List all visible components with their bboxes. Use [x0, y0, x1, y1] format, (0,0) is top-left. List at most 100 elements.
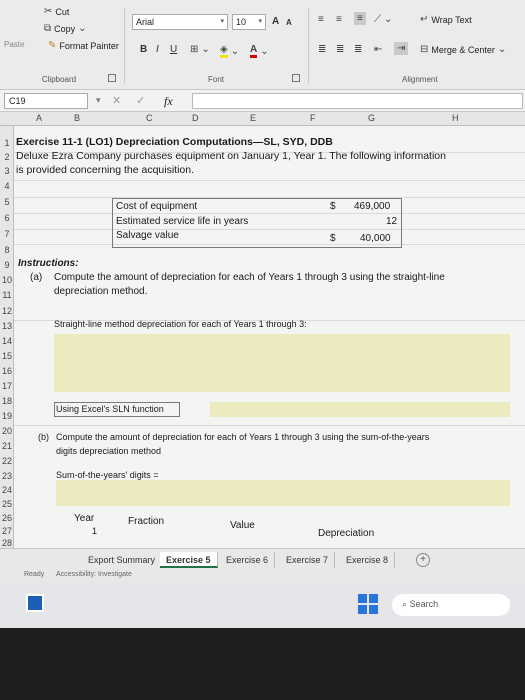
- header-year[interactable]: Year: [74, 513, 94, 524]
- fill-color-button[interactable]: ◈ ⌄: [220, 44, 239, 58]
- answer-sln[interactable]: [210, 402, 510, 417]
- add-sheet-icon[interactable]: +: [416, 553, 430, 567]
- bold-button[interactable]: B: [140, 44, 147, 55]
- row-header[interactable]: 9: [1, 260, 13, 270]
- increase-indent-button[interactable]: ⇥: [394, 42, 409, 55]
- table-value[interactable]: 12: [386, 216, 397, 227]
- align-top-button[interactable]: ≡: [318, 14, 324, 25]
- row-header[interactable]: 24: [1, 485, 13, 495]
- column-header[interactable]: D: [192, 113, 199, 123]
- column-header[interactable]: G: [368, 113, 375, 123]
- column-header[interactable]: E: [250, 113, 256, 123]
- syd-label[interactable]: Sum-of-the-years' digits =: [56, 470, 159, 480]
- intro-text[interactable]: Deluxe Ezra Company purchases equipment …: [16, 150, 446, 162]
- row-header[interactable]: 6: [1, 213, 13, 223]
- part-a-marker[interactable]: (a): [30, 272, 42, 283]
- header-depreciation[interactable]: Depreciation: [318, 528, 374, 539]
- taskbar-search[interactable]: ⌕ Search: [392, 594, 510, 616]
- font-launcher-icon[interactable]: [292, 74, 300, 82]
- name-box[interactable]: C19: [4, 93, 88, 109]
- row-header[interactable]: 5: [1, 197, 13, 207]
- part-b-marker[interactable]: (b): [38, 432, 49, 442]
- worksheet-grid[interactable]: A B C D E F G H 1 2 3 4 5 6 7 8 9 10 11 …: [0, 112, 525, 548]
- row-header[interactable]: 20: [1, 426, 13, 436]
- exercise-title[interactable]: Exercise 11-1 (LO1) Depreciation Computa…: [16, 136, 333, 148]
- sln-label[interactable]: Using Excel's SLN function: [56, 404, 164, 414]
- row-header[interactable]: 3: [1, 166, 13, 176]
- year-value[interactable]: 1: [92, 526, 97, 536]
- column-header[interactable]: A: [36, 113, 42, 123]
- row-header[interactable]: 28: [1, 538, 13, 548]
- row-header[interactable]: 23: [1, 471, 13, 481]
- row-header[interactable]: 14: [1, 336, 13, 346]
- merge-center-button[interactable]: ⊟ Merge & Center ⌄: [420, 44, 506, 55]
- cancel-icon[interactable]: ✕: [112, 94, 121, 107]
- row-header[interactable]: 26: [1, 513, 13, 523]
- grow-font-button[interactable]: A: [272, 16, 279, 27]
- insert-function-button[interactable]: fx: [164, 94, 173, 109]
- font-size-select[interactable]: 10 ▾: [232, 14, 266, 30]
- orientation-button[interactable]: ⟋ ⌄: [374, 14, 392, 25]
- header-fraction[interactable]: Fraction: [128, 516, 164, 527]
- borders-button[interactable]: ⊞ ⌄: [190, 44, 210, 55]
- decrease-indent-button[interactable]: ⇤: [374, 44, 382, 55]
- tab-exercise-6[interactable]: Exercise 6: [220, 552, 276, 568]
- part-b-text[interactable]: digits depreciation method: [56, 446, 161, 456]
- windows-start-icon[interactable]: [358, 594, 378, 614]
- align-middle-button[interactable]: ≡: [336, 14, 342, 25]
- align-left-button[interactable]: ≣: [318, 44, 326, 55]
- row-header[interactable]: 10: [1, 275, 13, 285]
- format-painter-button[interactable]: ✎ Format Painter: [48, 40, 119, 51]
- excel-app-icon[interactable]: [26, 594, 44, 612]
- font-color-button[interactable]: A ⌄: [250, 44, 269, 58]
- namebox-chevron-icon[interactable]: ▾: [96, 95, 101, 106]
- cut-button[interactable]: ✂ Cut: [44, 6, 69, 17]
- row-header[interactable]: 16: [1, 366, 13, 376]
- intro-text[interactable]: is provided concerning the acquisition.: [16, 164, 194, 176]
- row-header[interactable]: 17: [1, 381, 13, 391]
- copy-button[interactable]: ⧉ Copy ⌄: [44, 23, 87, 34]
- table-value[interactable]: 40,000: [360, 233, 391, 244]
- sl-label[interactable]: Straight-line method depreciation for ea…: [54, 319, 307, 329]
- answer-area-sl[interactable]: [54, 334, 510, 392]
- row-header[interactable]: 19: [1, 411, 13, 421]
- header-value[interactable]: Value: [230, 520, 255, 531]
- row-header[interactable]: 21: [1, 441, 13, 451]
- row-header[interactable]: 4: [1, 181, 13, 191]
- align-center-button[interactable]: ≣: [336, 44, 344, 55]
- row-header[interactable]: 18: [1, 396, 13, 406]
- row-header[interactable]: 1: [1, 138, 13, 148]
- tab-exercise-5[interactable]: Exercise 5: [160, 552, 218, 568]
- column-header[interactable]: B: [74, 113, 80, 123]
- column-header[interactable]: C: [146, 113, 153, 123]
- underline-button[interactable]: U: [170, 44, 177, 55]
- instructions-heading[interactable]: Instructions:: [18, 258, 79, 269]
- wrap-text-button[interactable]: ↵ Wrap Text: [420, 14, 472, 25]
- table-label[interactable]: Salvage value: [116, 230, 179, 241]
- row-header[interactable]: 25: [1, 499, 13, 509]
- answer-area-syd[interactable]: [56, 480, 510, 506]
- tab-exercise-7[interactable]: Exercise 7: [280, 552, 336, 568]
- align-bottom-button[interactable]: ≡: [354, 12, 366, 25]
- font-name-select[interactable]: Arial ▾: [132, 14, 228, 30]
- paste-button[interactable]: Paste: [4, 40, 24, 49]
- accessibility-status[interactable]: Accessibility: Investigate: [56, 571, 132, 578]
- tab-export-summary[interactable]: Export Summary: [82, 552, 163, 568]
- formula-input[interactable]: [192, 93, 523, 109]
- clipboard-launcher-icon[interactable]: [108, 74, 116, 82]
- row-header[interactable]: 15: [1, 351, 13, 361]
- part-b-text[interactable]: Compute the amount of depreciation for e…: [56, 432, 429, 442]
- tab-exercise-8[interactable]: Exercise 8: [340, 552, 396, 568]
- row-header[interactable]: 8: [1, 245, 13, 255]
- row-header[interactable]: 27: [1, 526, 13, 536]
- table-label[interactable]: Cost of equipment: [116, 201, 197, 212]
- column-header[interactable]: F: [310, 113, 316, 123]
- part-a-text[interactable]: Compute the amount of depreciation for e…: [54, 272, 445, 283]
- part-a-text[interactable]: depreciation method.: [54, 286, 147, 297]
- enter-icon[interactable]: ✓: [136, 94, 145, 107]
- table-value[interactable]: 469,000: [354, 201, 390, 212]
- column-header[interactable]: H: [452, 113, 459, 123]
- table-label[interactable]: Estimated service life in years: [116, 216, 248, 227]
- row-header[interactable]: 2: [1, 152, 13, 162]
- row-header[interactable]: 12: [1, 306, 13, 316]
